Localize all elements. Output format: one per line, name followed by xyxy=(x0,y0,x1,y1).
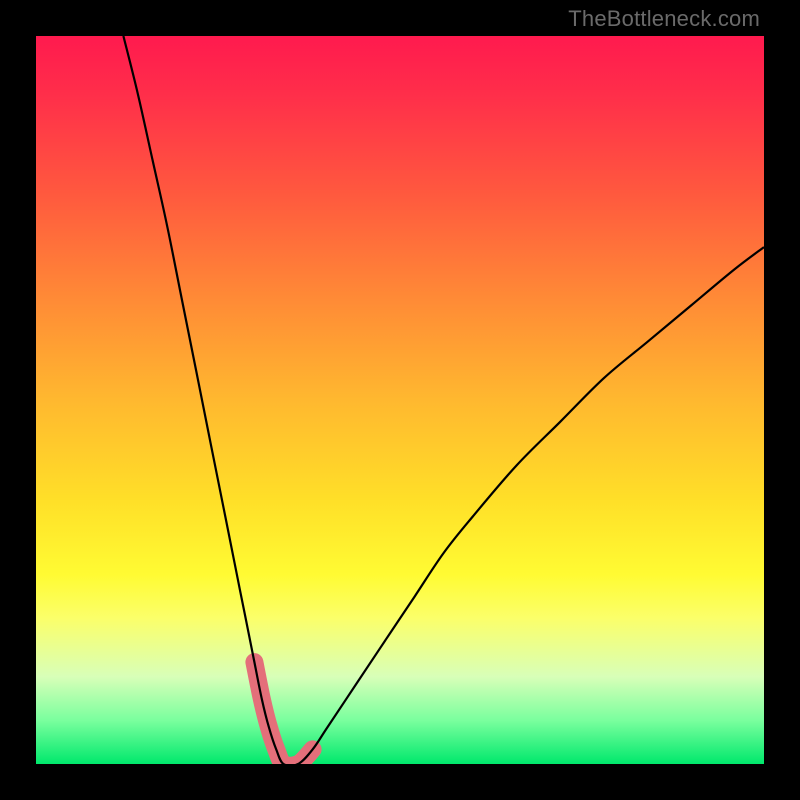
chart-frame: TheBottleneck.com xyxy=(0,0,800,800)
chart-svg xyxy=(36,36,764,764)
optimal-zone-highlight xyxy=(254,662,312,764)
watermark-text: TheBottleneck.com xyxy=(568,6,760,32)
plot-area xyxy=(36,36,764,764)
bottleneck-curve xyxy=(123,36,764,764)
